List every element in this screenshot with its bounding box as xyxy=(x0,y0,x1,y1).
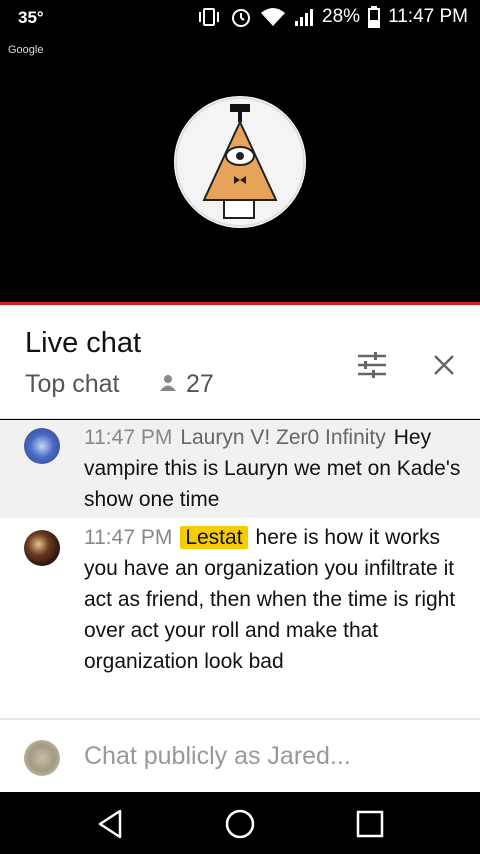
sliders-icon xyxy=(358,352,386,378)
chat-message[interactable]: 11:47 PM Lauryn V! Zer0 Infinity Hey vampi… xyxy=(0,420,480,518)
alarm-icon xyxy=(230,6,252,28)
filter-button[interactable] xyxy=(352,345,392,385)
close-icon xyxy=(434,355,454,375)
message-time: 11:47 PM xyxy=(84,526,173,549)
back-icon xyxy=(98,809,122,839)
chat-input-bar: Chat publicly as Jared... xyxy=(0,718,480,792)
person-icon xyxy=(160,370,176,399)
clock: 11:47 PM xyxy=(388,6,468,27)
home-icon xyxy=(225,809,255,839)
channel-logo xyxy=(174,96,306,228)
message-text: 11:47 PM Lauryn V! Zer0 Infinity Hey vampi… xyxy=(84,422,462,515)
message-text: 11:47 PM Lestat here is how it works you h… xyxy=(84,522,462,677)
vibrate-icon xyxy=(196,7,222,27)
viewer-count-value: 27 xyxy=(186,370,214,398)
navigation-bar xyxy=(0,792,480,854)
temperature-indicator: 35° xyxy=(18,8,44,27)
message-time: 11:47 PM xyxy=(84,426,173,449)
owner-author-badge[interactable]: Lestat xyxy=(180,526,248,549)
wifi-icon xyxy=(260,7,286,27)
status-bar: 35° 28% 11:47 PM xyxy=(0,0,480,36)
back-button[interactable] xyxy=(90,804,130,844)
chat-title: Live chat xyxy=(25,327,142,359)
signal-icon xyxy=(294,7,314,27)
viewer-count: 27 xyxy=(160,370,214,399)
avatar[interactable] xyxy=(24,428,60,464)
battery-icon xyxy=(368,6,381,28)
recents-icon xyxy=(356,810,384,838)
user-avatar xyxy=(24,740,60,776)
chat-input[interactable]: Chat publicly as Jared... xyxy=(84,742,351,771)
video-overlay-label: Google xyxy=(8,44,44,56)
message-author[interactable]: Lauryn V! Zer0 Infinity xyxy=(180,426,385,449)
recents-button[interactable] xyxy=(350,804,390,844)
avatar[interactable] xyxy=(24,530,60,566)
chat-header: Live chat Top chat 27 xyxy=(0,305,480,419)
chat-mode-selector[interactable]: Top chat xyxy=(25,370,120,399)
home-button[interactable] xyxy=(220,804,260,844)
status-icons: 28% 11:47 PM xyxy=(196,6,468,28)
chat-message[interactable]: 11:47 PM Lestat here is how it works you h… xyxy=(0,518,480,718)
chat-messages[interactable]: 11:47 PM Lauryn V! Zer0 Infinity Hey vampi… xyxy=(0,420,480,718)
close-button[interactable] xyxy=(424,345,464,385)
battery-percent: 28% xyxy=(322,6,361,27)
